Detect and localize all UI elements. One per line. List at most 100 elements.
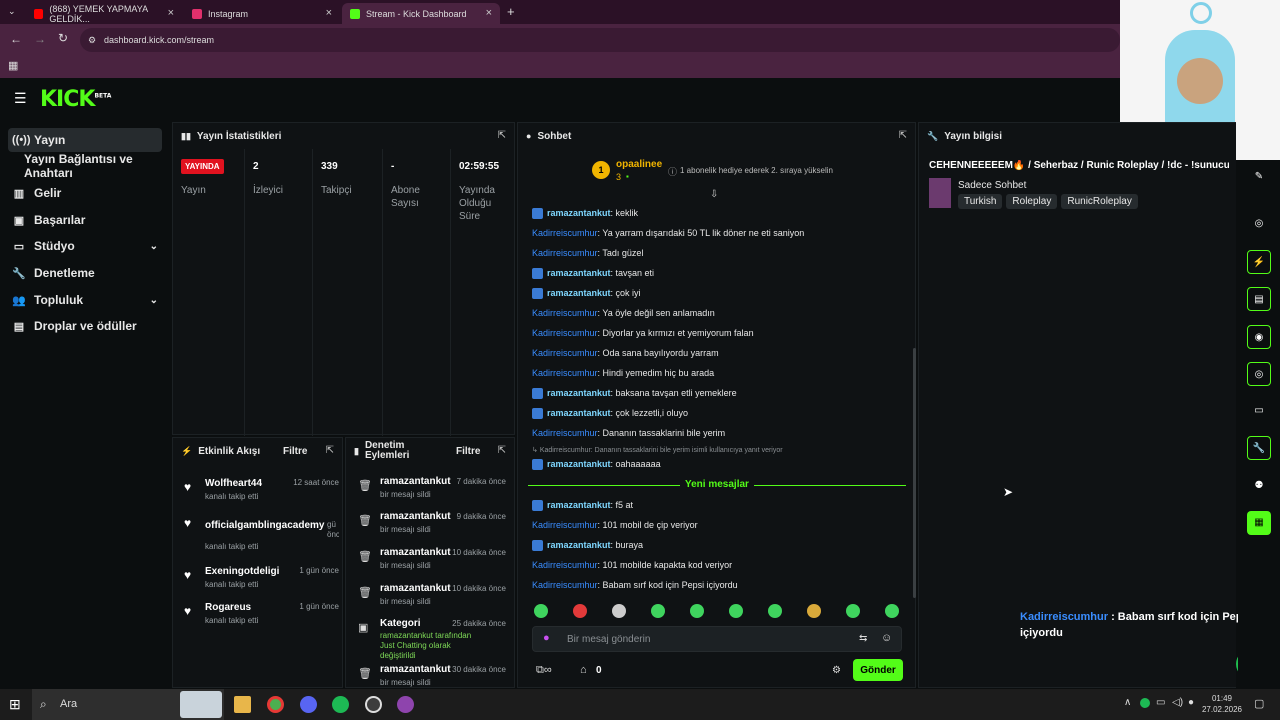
chat-username[interactable]: ramazantankut (547, 459, 611, 469)
reload-icon[interactable]: ↻ (58, 31, 68, 45)
send-button[interactable]: Gönder (853, 659, 903, 681)
broadcast-icon[interactable]: ◎ (1247, 362, 1271, 386)
clock[interactable]: 01:49 27.02.2026 (1200, 693, 1244, 715)
close-icon[interactable]: × (326, 7, 332, 19)
chat-username[interactable]: ramazantankut (547, 268, 611, 278)
moderator-name[interactable]: ramazantankut (380, 664, 451, 675)
chat-username[interactable]: Kadirreiscumhur (532, 348, 598, 358)
category-name[interactable]: Sadece Sohbet (958, 180, 1026, 191)
emote-icon[interactable] (768, 604, 782, 618)
sidebar-item-stream-key[interactable]: Yayın Bağlantısı ve Anahtarı (20, 152, 170, 180)
emote-icon[interactable] (885, 604, 899, 618)
microphone-icon[interactable]: ● (543, 632, 550, 644)
chat-username[interactable]: ramazantankut (547, 540, 611, 550)
focus-icon[interactable]: ◎ (1247, 212, 1271, 236)
windows-start-icon[interactable]: ⊞ (9, 696, 21, 713)
follower-name[interactable]: Wolfheart44 (205, 478, 262, 489)
moderator-name[interactable]: ramazantankut (380, 511, 451, 522)
file-icon[interactable]: ▤ (1247, 287, 1271, 311)
chat-username[interactable]: Kadirreiscumhur (532, 328, 598, 338)
sidebar-item-gelir[interactable]: ▥ Gelir (8, 181, 162, 205)
volume-icon[interactable]: ◁) (1172, 697, 1183, 708)
emoji-icon[interactable]: ☺ (881, 632, 892, 644)
kick-logo[interactable]: KICKBETA (40, 87, 111, 112)
chat-username[interactable]: Kadirreiscumhur (532, 428, 598, 438)
pin-collapse-icon[interactable]: ⇩ (710, 189, 718, 200)
sidebar-item-denetleme[interactable]: 🔧 Denetleme (8, 261, 162, 285)
url-input[interactable]: ⚙ dashboard.kick.com/stream (80, 28, 1120, 52)
emote-icon[interactable] (846, 604, 860, 618)
emote-icon[interactable] (807, 604, 821, 618)
sidebar-item-droplar[interactable]: ▤ Droplar ve ödüller (8, 314, 162, 338)
popout-icon[interactable]: ⇱ (899, 130, 907, 141)
chevron-down-icon[interactable]: ⌄ (150, 295, 158, 306)
activity-filter-button[interactable]: Filtre (283, 446, 307, 457)
edit-icon[interactable]: ✎ (1247, 165, 1271, 189)
tab-list-chevron-icon[interactable]: ⌄ (8, 6, 16, 17)
top-gifter-name[interactable]: opaalinee (616, 159, 662, 170)
chat-username[interactable]: Kadirreiscumhur (532, 308, 598, 318)
discord-icon[interactable] (300, 696, 317, 713)
lightning-icon[interactable]: ⚡ (1247, 250, 1271, 274)
chat-input[interactable]: ● Bir mesaj gönderin ⇆ ☺ (532, 626, 902, 652)
tab-youtube[interactable]: (868) YEMEK YAPMAYA GELDİK... × (26, 3, 182, 24)
sidebar-item-yayin[interactable]: ((•)) Yayın (8, 128, 162, 152)
follower-name[interactable]: Exeningotdeligi (205, 566, 279, 577)
chat-username[interactable]: ramazantankut (547, 288, 611, 298)
notification-icon[interactable]: ▢ (1254, 697, 1264, 710)
tab-instagram[interactable]: Instagram × (184, 3, 340, 24)
sidebar-item-topluluk[interactable]: 👥 Topluluk ⌄ (8, 288, 162, 312)
chevron-down-icon[interactable]: ⌄ (150, 241, 158, 252)
wrench-icon[interactable]: 🔧 (1247, 436, 1271, 460)
sidebar-item-basarilar[interactable]: ▣ Başarılar (8, 208, 162, 232)
popout-icon[interactable]: ⇱ (498, 130, 506, 141)
moderation-filter-button[interactable]: Filtre (456, 446, 480, 457)
emote-icon[interactable] (690, 604, 704, 618)
moderator-name[interactable]: ramazantankut (380, 476, 451, 487)
chat-username[interactable]: ramazantankut (547, 500, 611, 510)
chat-username[interactable]: ramazantankut (547, 408, 611, 418)
emote-icon[interactable] (573, 604, 587, 618)
tab-kick-dashboard[interactable]: Stream - Kick Dashboard × (342, 3, 500, 24)
hamburger-menu-icon[interactable]: ☰ (14, 90, 27, 107)
chat-username[interactable]: Kadirreiscumhur (532, 560, 598, 570)
clapper-icon[interactable]: ▦ (1247, 511, 1271, 535)
close-icon[interactable]: × (486, 7, 492, 19)
emote-icon[interactable] (729, 604, 743, 618)
share-icon[interactable]: ⚉ (1247, 474, 1271, 498)
chrome-icon[interactable] (267, 696, 284, 713)
new-tab-icon[interactable]: + (507, 4, 515, 19)
store-icon[interactable]: ⌂ (580, 664, 587, 676)
translate-icon[interactable]: ⇆ (859, 633, 867, 644)
chat-icon[interactable]: ◉ (1247, 325, 1271, 349)
microphone-icon[interactable]: ● (1188, 697, 1194, 708)
chat-scrollbar[interactable] (913, 348, 916, 598)
chat-username[interactable]: ramazantankut (547, 208, 611, 218)
forward-icon[interactable]: → (34, 32, 46, 46)
chat-username[interactable]: Kadirreiscumhur (532, 248, 598, 258)
popout-icon[interactable]: ⇱ (498, 445, 506, 456)
printer-icon[interactable]: ▭ (1247, 399, 1271, 423)
close-icon[interactable]: × (168, 7, 174, 19)
file-explorer-icon[interactable] (234, 696, 251, 713)
emote-icon[interactable] (651, 604, 665, 618)
sidebar-item-studyo[interactable]: ▭ Stüdyo ⌄ (8, 234, 162, 258)
chat-username[interactable]: Kadirreiscumhur (532, 228, 598, 238)
site-info-icon[interactable]: ⚙ (88, 28, 96, 52)
chat-username[interactable]: Kadirreiscumhur (532, 580, 598, 590)
back-icon[interactable]: ← (10, 32, 22, 46)
chat-settings-icon[interactable]: ⚙ (832, 665, 841, 676)
obs-icon[interactable] (365, 696, 382, 713)
moderator-name[interactable]: ramazantankut (380, 583, 451, 594)
taskbar-search[interactable]: ⌕ Ara (32, 689, 224, 720)
tray-app-icon[interactable] (1140, 698, 1150, 708)
apps-grid-icon[interactable]: ▦ (8, 59, 18, 72)
chat-username[interactable]: ramazantankut (547, 388, 611, 398)
popout-icon[interactable]: ⇱ (326, 445, 334, 456)
chat-username[interactable]: Kadirreiscumhur (532, 520, 598, 530)
network-icon[interactable]: ▭ (1156, 697, 1165, 708)
chat-username[interactable]: Kadirreiscumhur (532, 368, 598, 378)
moderator-name[interactable]: ramazantankut (380, 547, 451, 558)
spotify-icon[interactable] (332, 696, 349, 713)
emote-icon[interactable] (612, 604, 626, 618)
